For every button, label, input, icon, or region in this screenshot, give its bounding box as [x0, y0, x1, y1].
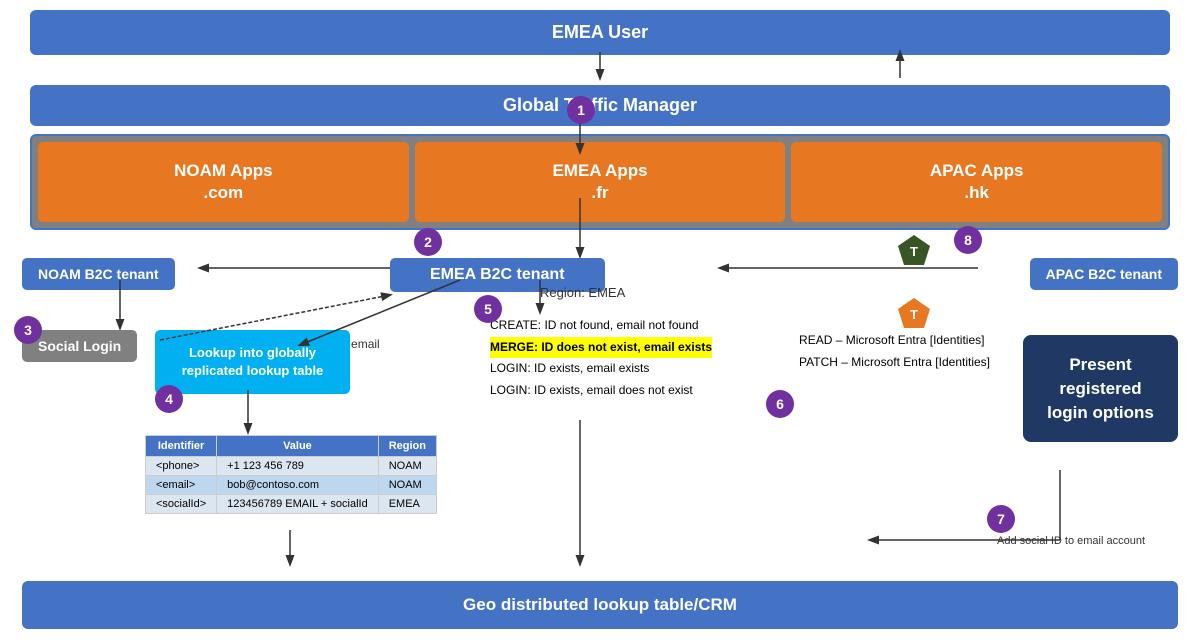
- step5-item-4: LOGIN: ID exists, email does not exist: [490, 380, 712, 402]
- step-5-circle: 5: [474, 295, 502, 323]
- noam-tenant: NOAM B2C tenant: [22, 258, 175, 290]
- add-social-label: Add social ID to email account: [997, 535, 1145, 547]
- svg-text:T: T: [910, 307, 918, 322]
- geo-bar: Geo distributed lookup table/CRM: [22, 581, 1178, 629]
- present-login-box: Present registered login options: [1023, 335, 1178, 442]
- lookup-table: Identifier Value Region <phone> +1 123 4…: [145, 435, 437, 514]
- step6-line-2: PATCH – Microsoft Entra [Identities]: [799, 352, 990, 374]
- emea-apps: EMEA Apps.fr: [415, 142, 786, 222]
- step-8-circle: 8: [954, 226, 982, 254]
- green-pentagon: T: [896, 233, 932, 274]
- orange-pentagon: T: [896, 296, 932, 337]
- step-6-circle: 6: [766, 390, 794, 418]
- table-row: <email> bob@contoso.com NOAM: [146, 476, 437, 495]
- emea-user-bar: EMEA User: [30, 10, 1170, 55]
- step6-box: READ – Microsoft Entra [Identities] PATC…: [799, 330, 990, 373]
- col-identifier: Identifier: [146, 436, 217, 457]
- col-value: Value: [217, 436, 379, 457]
- step-7-circle: 7: [987, 505, 1015, 533]
- apac-tenant: APAC B2C tenant: [1030, 258, 1178, 290]
- step6-line-1: READ – Microsoft Entra [Identities]: [799, 330, 990, 352]
- step5-list: CREATE: ID not found, email not found ME…: [490, 315, 712, 401]
- region-label: Region: EMEA: [540, 285, 625, 300]
- lookup-box: Lookup into globallyreplicated lookup ta…: [155, 330, 350, 394]
- step-3-circle: 3: [14, 316, 42, 344]
- svg-text:T: T: [910, 244, 918, 259]
- step5-item-2: MERGE: ID does not exist, email exists: [490, 337, 712, 359]
- step-4-circle: 4: [155, 385, 183, 413]
- diagram-container: EMEA User Global Traffic Manager 1 NOAM …: [0, 0, 1200, 643]
- table-row: <phone> +1 123 456 789 NOAM: [146, 457, 437, 476]
- col-region: Region: [378, 436, 436, 457]
- noam-apps: NOAM Apps.com: [38, 142, 409, 222]
- step-2-circle: 2: [414, 228, 442, 256]
- gtm-bar: Global Traffic Manager: [30, 85, 1170, 126]
- apps-row: NOAM Apps.com EMEA Apps.fr APAC Apps.hk: [30, 134, 1170, 230]
- step5-item-3: LOGIN: ID exists, email exists: [490, 358, 712, 380]
- apac-apps: APAC Apps.hk: [791, 142, 1162, 222]
- step-1-circle: 1: [567, 96, 595, 124]
- step5-item-1: CREATE: ID not found, email not found: [490, 315, 712, 337]
- table-row: <socialId> 123456789 EMAIL + socialId EM…: [146, 495, 437, 514]
